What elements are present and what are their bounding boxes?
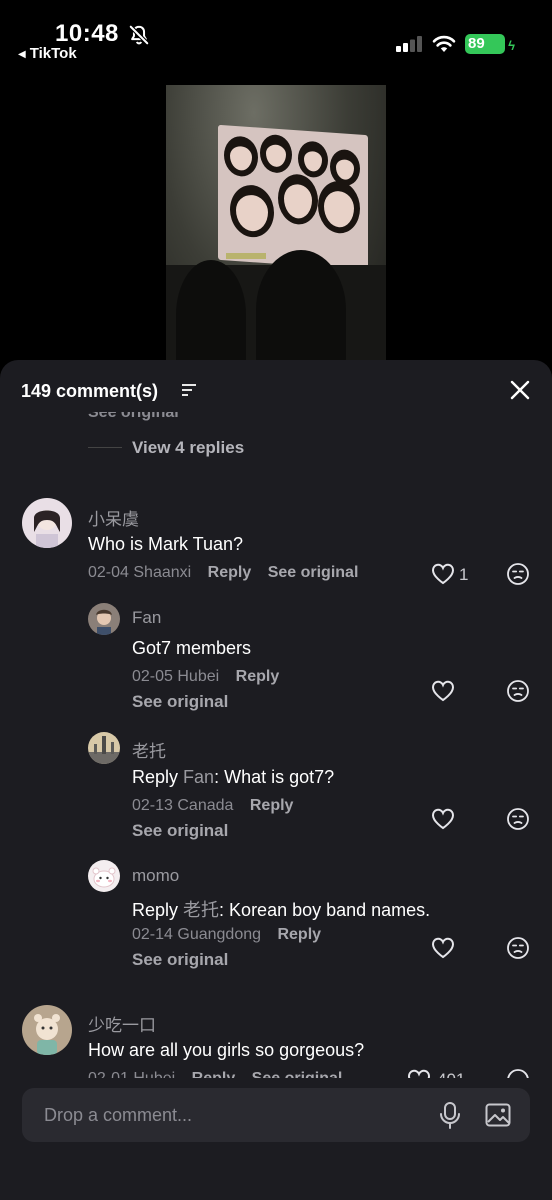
charging-bolt-icon: ϟ [508,38,515,53]
avatar[interactable] [22,1005,72,1055]
video-thumbnail[interactable] [166,85,386,365]
mention-username[interactable]: Fan [183,767,214,787]
reply-button[interactable]: Reply [192,1070,236,1078]
comment-meta: 02-05 Hubei Reply [132,668,279,686]
cellular-signal-icon [396,36,422,52]
comment-location: Guangdong [177,926,262,943]
close-icon[interactable] [506,376,534,404]
comment-date: 02-04 [88,564,129,581]
comment-location: Hubei [177,668,220,685]
comment-location: Hubei [133,1070,176,1087]
reply-body: : Korean boy band names. [219,900,431,920]
comment-meta: 02-13 Canada Reply [132,797,293,815]
heart-outline-icon[interactable] [430,679,456,703]
view-replies-link[interactable]: View 4 replies [132,438,244,458]
heart-outline-icon[interactable] [430,807,456,831]
comment-location: Canada [177,797,234,814]
comment-username[interactable]: momo [132,866,179,886]
filter-lines-icon[interactable] [180,382,198,398]
reply-prefix: Reply [132,767,179,787]
comments-header: 149 comment(s) [0,360,552,418]
comment-meta: 02-04 Shaanxi Reply See original [88,564,358,582]
clock: 10:48 [55,20,119,47]
comment-username[interactable]: 小呆虞 [88,505,139,530]
replies-divider [88,447,122,448]
comment-date: 02-13 [132,797,173,814]
unamused-face-icon[interactable] [506,807,530,831]
avatar[interactable] [88,603,120,635]
comment-count-title: 149 comment(s) [21,381,159,401]
like-count: 401 [437,1070,466,1089]
comments-panel: 149 comment(s) See original View 4 repli… [0,360,552,1200]
comment-date: 02-14 [132,926,173,943]
comment-username[interactable]: 老托 [132,737,166,762]
comment-username[interactable]: Fan [132,608,161,628]
reply-button[interactable]: Reply [250,797,294,814]
comment-text: Got7 members [132,638,252,658]
avatar[interactable] [88,732,120,764]
image-icon[interactable] [484,1101,512,1129]
heart-outline-icon[interactable] [430,562,456,586]
unamused-face-icon[interactable] [506,936,530,960]
comment-date: 02-05 [132,668,173,685]
reply-button[interactable]: Reply [208,564,252,581]
reply-prefix: Reply [132,900,179,920]
status-bar: 10:48 ◀ TikTok 89 ϟ [0,0,552,70]
wifi-icon [432,35,456,52]
microphone-icon[interactable] [438,1101,462,1129]
comment-input-bar [22,1088,530,1142]
comment-meta: 02-01 Hubei Reply See original [88,1070,343,1087]
heart-outline-icon[interactable] [430,936,456,960]
battery-indicator: 89 ϟ [465,34,515,54]
like-count: 1 [459,565,469,584]
reply-body: : What is got7? [214,767,335,787]
back-to-app-link[interactable]: ◀ TikTok [18,45,77,62]
see-original-button[interactable]: See original [252,1070,343,1078]
comment-text: How are all you girls so gorgeous? [88,1040,365,1060]
concert-screen-image [218,124,368,271]
mention-username[interactable]: 老托 [183,900,219,920]
back-app-label: TikTok [29,45,77,62]
back-triangle-icon: ◀ [18,49,26,60]
see-original-button[interactable]: See original [268,564,359,581]
see-original-button[interactable]: See original [132,950,228,970]
comment-date: 02-01 [88,1070,129,1087]
reply-button[interactable]: Reply [277,926,321,943]
unamused-face-icon[interactable] [506,679,530,703]
avatar[interactable] [22,498,72,548]
comment-location: Shaanxi [133,564,192,581]
comment-text: Reply Fan: What is got7? [132,767,334,788]
bell-slash-icon [129,25,149,45]
comment-text: Reply 老托: Korean boy band names. [132,896,430,922]
comment-text: Who is Mark Tuan? [88,534,244,554]
comment-username[interactable]: 少吃一口 [88,1011,156,1036]
see-original-button[interactable]: See original [132,821,228,841]
unamused-face-icon[interactable] [506,562,530,586]
battery-level: 89 [468,35,485,52]
comment-meta: 02-14 Guangdong Reply [132,926,321,944]
comment-input[interactable] [44,1088,424,1142]
avatar[interactable] [88,860,120,892]
reply-button[interactable]: Reply [236,668,280,685]
see-original-button[interactable]: See original [132,692,228,712]
